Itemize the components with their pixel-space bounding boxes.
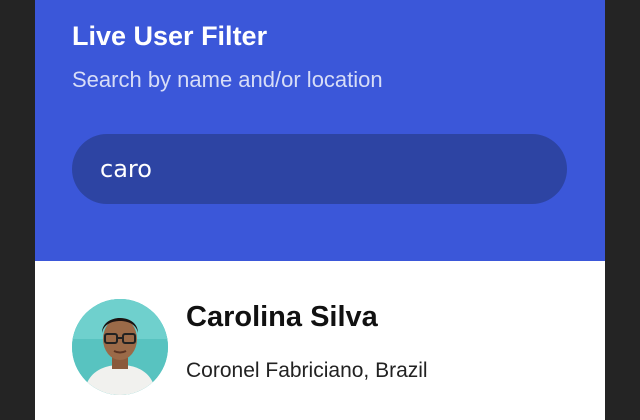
avatar (72, 299, 168, 395)
user-photo-icon (72, 299, 168, 395)
page-subtitle: Search by name and/or location (72, 67, 383, 92)
search-input[interactable] (72, 134, 567, 204)
live-user-filter-app: Live User Filter Search by name and/or l… (35, 0, 605, 420)
user-name: Carolina Silva (186, 301, 378, 333)
list-item: Carolina Silva Coronel Fabriciano, Brazi… (72, 299, 572, 399)
user-location: Coronel Fabriciano, Brazil (186, 359, 428, 382)
user-list: Carolina Silva Coronel Fabriciano, Brazi… (35, 261, 605, 420)
header: Live User Filter Search by name and/or l… (35, 0, 605, 261)
page-title: Live User Filter (72, 21, 268, 51)
